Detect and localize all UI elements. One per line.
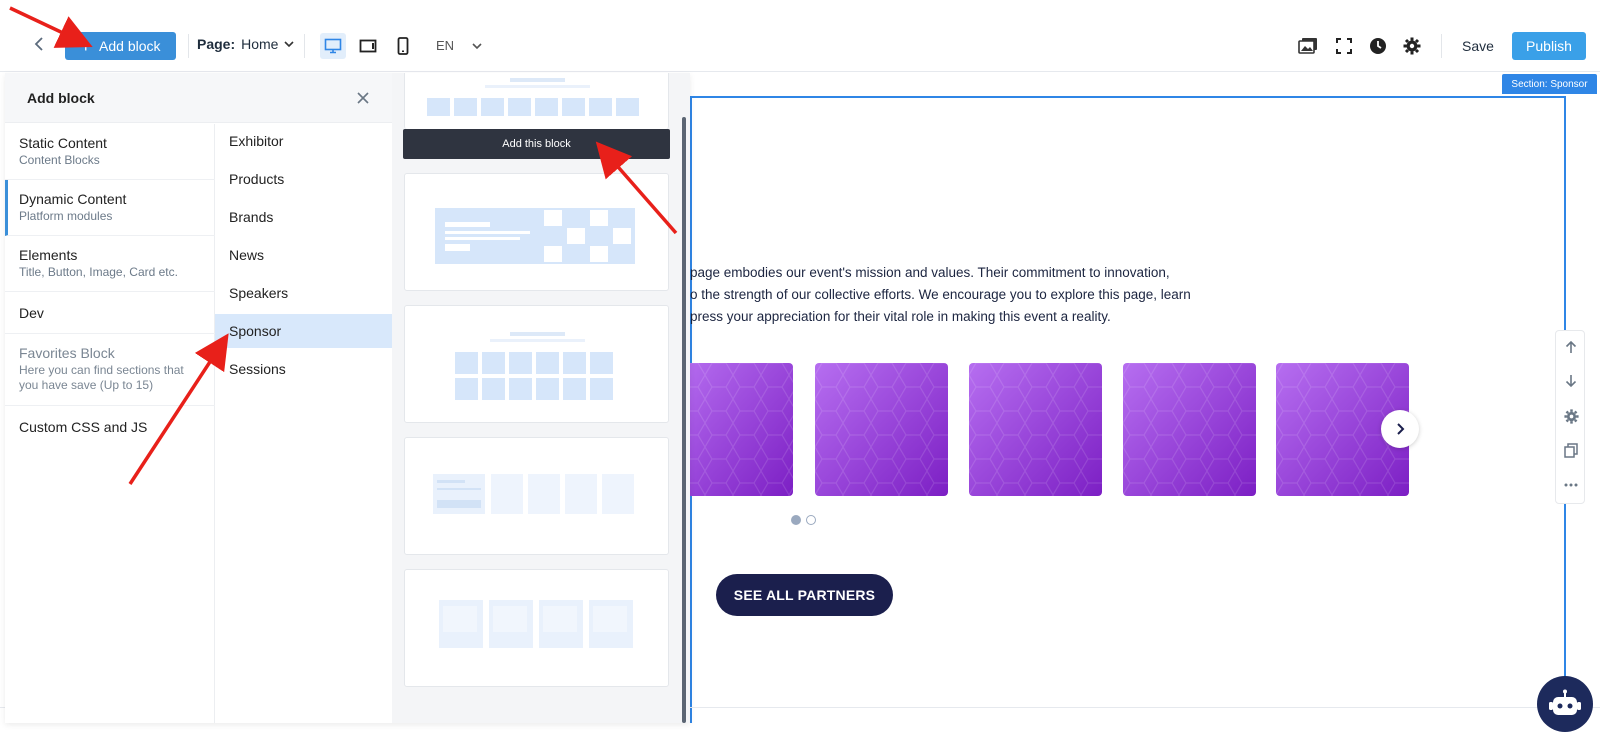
page-select[interactable]: Page: Home xyxy=(197,36,295,52)
carousel-dot-active[interactable] xyxy=(791,515,801,525)
sponsor-logo-tile[interactable] xyxy=(1123,363,1256,496)
settings-gear-icon[interactable] xyxy=(1401,35,1423,57)
category-elements[interactable]: Elements Title, Button, Image, Card etc. xyxy=(5,236,215,292)
category-title: Dev xyxy=(19,305,44,321)
carousel-dot[interactable] xyxy=(806,515,816,525)
page-select-value: Home xyxy=(241,36,279,52)
divider xyxy=(304,34,305,58)
section-settings-gear-icon[interactable] xyxy=(1560,405,1582,427)
sponsor-logo-tile[interactable] xyxy=(815,363,948,496)
section-side-toolbar xyxy=(1555,330,1585,504)
back-button[interactable] xyxy=(28,33,50,55)
top-toolbar: + Add block Page: Home EN Save Publish xyxy=(0,0,1600,72)
sponsor-logo-tile[interactable] xyxy=(969,363,1102,496)
move-down-icon[interactable] xyxy=(1560,370,1582,392)
panel-title: Add block xyxy=(27,90,95,106)
block-preview-card[interactable] xyxy=(404,173,669,291)
history-clock-icon[interactable] xyxy=(1367,35,1389,57)
move-up-icon[interactable] xyxy=(1560,336,1582,358)
fullscreen-icon[interactable] xyxy=(1333,35,1355,57)
divider xyxy=(1441,34,1442,58)
intro-line: press your appreciation for their vital … xyxy=(690,309,1111,324)
intro-line: o the strength of our collective efforts… xyxy=(690,287,1191,302)
subcategory-exhibitor[interactable]: Exhibitor xyxy=(215,124,392,158)
subcategory-sponsor[interactable]: Sponsor xyxy=(215,314,392,348)
subcategory-products[interactable]: Products xyxy=(215,162,392,196)
desktop-view-button[interactable] xyxy=(320,33,346,59)
save-button[interactable]: Save xyxy=(1462,38,1494,54)
category-custom-css-js[interactable]: Custom CSS and JS xyxy=(5,406,215,448)
media-gallery-icon[interactable] xyxy=(1297,35,1319,57)
section-label: Section: Sponsor xyxy=(1502,74,1597,94)
chevron-down-icon xyxy=(284,41,295,48)
publish-button[interactable]: Publish xyxy=(1512,32,1586,60)
category-dev[interactable]: Dev xyxy=(5,292,215,334)
category-list: Static Content Content Blocks Dynamic Co… xyxy=(5,124,215,723)
category-subtitle: Platform modules xyxy=(19,209,113,223)
language-value: EN xyxy=(436,38,455,53)
block-preview-card[interactable] xyxy=(404,305,669,423)
subcategory-news[interactable]: News xyxy=(215,238,392,272)
chevron-right-icon xyxy=(1397,423,1405,435)
mobile-view-button[interactable] xyxy=(390,33,416,59)
block-preview-card[interactable] xyxy=(404,569,669,687)
panel-header: Add block xyxy=(5,73,392,123)
language-select[interactable]: EN xyxy=(436,38,482,53)
add-block-button[interactable]: + Add block xyxy=(65,32,176,60)
desktop-icon xyxy=(324,38,342,54)
subcategory-speakers[interactable]: Speakers xyxy=(215,276,392,310)
chevron-left-icon xyxy=(34,37,43,51)
add-block-panel: Add block Static Content Content Blocks … xyxy=(5,73,690,723)
subcategory-list: Exhibitor Products Brands News Speakers … xyxy=(215,124,392,723)
tablet-icon xyxy=(359,39,377,53)
block-preview-list: Add this block xyxy=(392,73,690,723)
category-static-content[interactable]: Static Content Content Blocks xyxy=(5,124,215,180)
sponsor-logo-tile[interactable] xyxy=(677,363,793,496)
category-title: Dynamic Content xyxy=(19,191,127,207)
subcategory-brands[interactable]: Brands xyxy=(215,200,392,234)
divider xyxy=(188,34,189,58)
see-all-partners-button[interactable]: SEE ALL PARTNERS xyxy=(716,574,893,616)
preview-scrollbar[interactable] xyxy=(682,117,686,723)
tablet-view-button[interactable] xyxy=(355,33,381,59)
category-subtitle: Here you can find sections that you have… xyxy=(19,363,184,392)
sponsor-intro-text: page embodies our event's mission and va… xyxy=(690,262,1210,328)
add-block-label: Add block xyxy=(99,38,161,54)
duplicate-icon[interactable] xyxy=(1560,439,1582,461)
plus-icon: + xyxy=(80,36,92,56)
category-subtitle: Title, Button, Image, Card etc. xyxy=(19,265,178,279)
subcategory-sessions[interactable]: Sessions xyxy=(215,352,392,386)
category-title: Static Content xyxy=(19,135,107,151)
intro-line: page embodies our event's mission and va… xyxy=(690,265,1170,280)
category-title: Elements xyxy=(19,247,78,263)
category-title: Favorites Block xyxy=(19,345,115,361)
carousel-next-button[interactable] xyxy=(1381,410,1419,448)
category-subtitle: Content Blocks xyxy=(19,153,100,167)
chatbot-assistant-icon[interactable] xyxy=(1537,676,1593,732)
chevron-down-icon xyxy=(472,42,482,49)
mobile-icon xyxy=(397,37,409,55)
add-this-block-button[interactable]: Add this block xyxy=(403,129,670,159)
category-favorites-block[interactable]: Favorites Block Here you can find sectio… xyxy=(5,334,215,406)
close-icon[interactable] xyxy=(354,89,372,107)
category-dynamic-content[interactable]: Dynamic Content Platform modules xyxy=(5,180,215,236)
more-options-icon[interactable] xyxy=(1560,474,1582,496)
category-title: Custom CSS and JS xyxy=(19,419,148,435)
block-preview-card[interactable] xyxy=(404,437,669,555)
page-select-label: Page: xyxy=(197,36,236,52)
block-preview-card[interactable] xyxy=(404,73,669,129)
